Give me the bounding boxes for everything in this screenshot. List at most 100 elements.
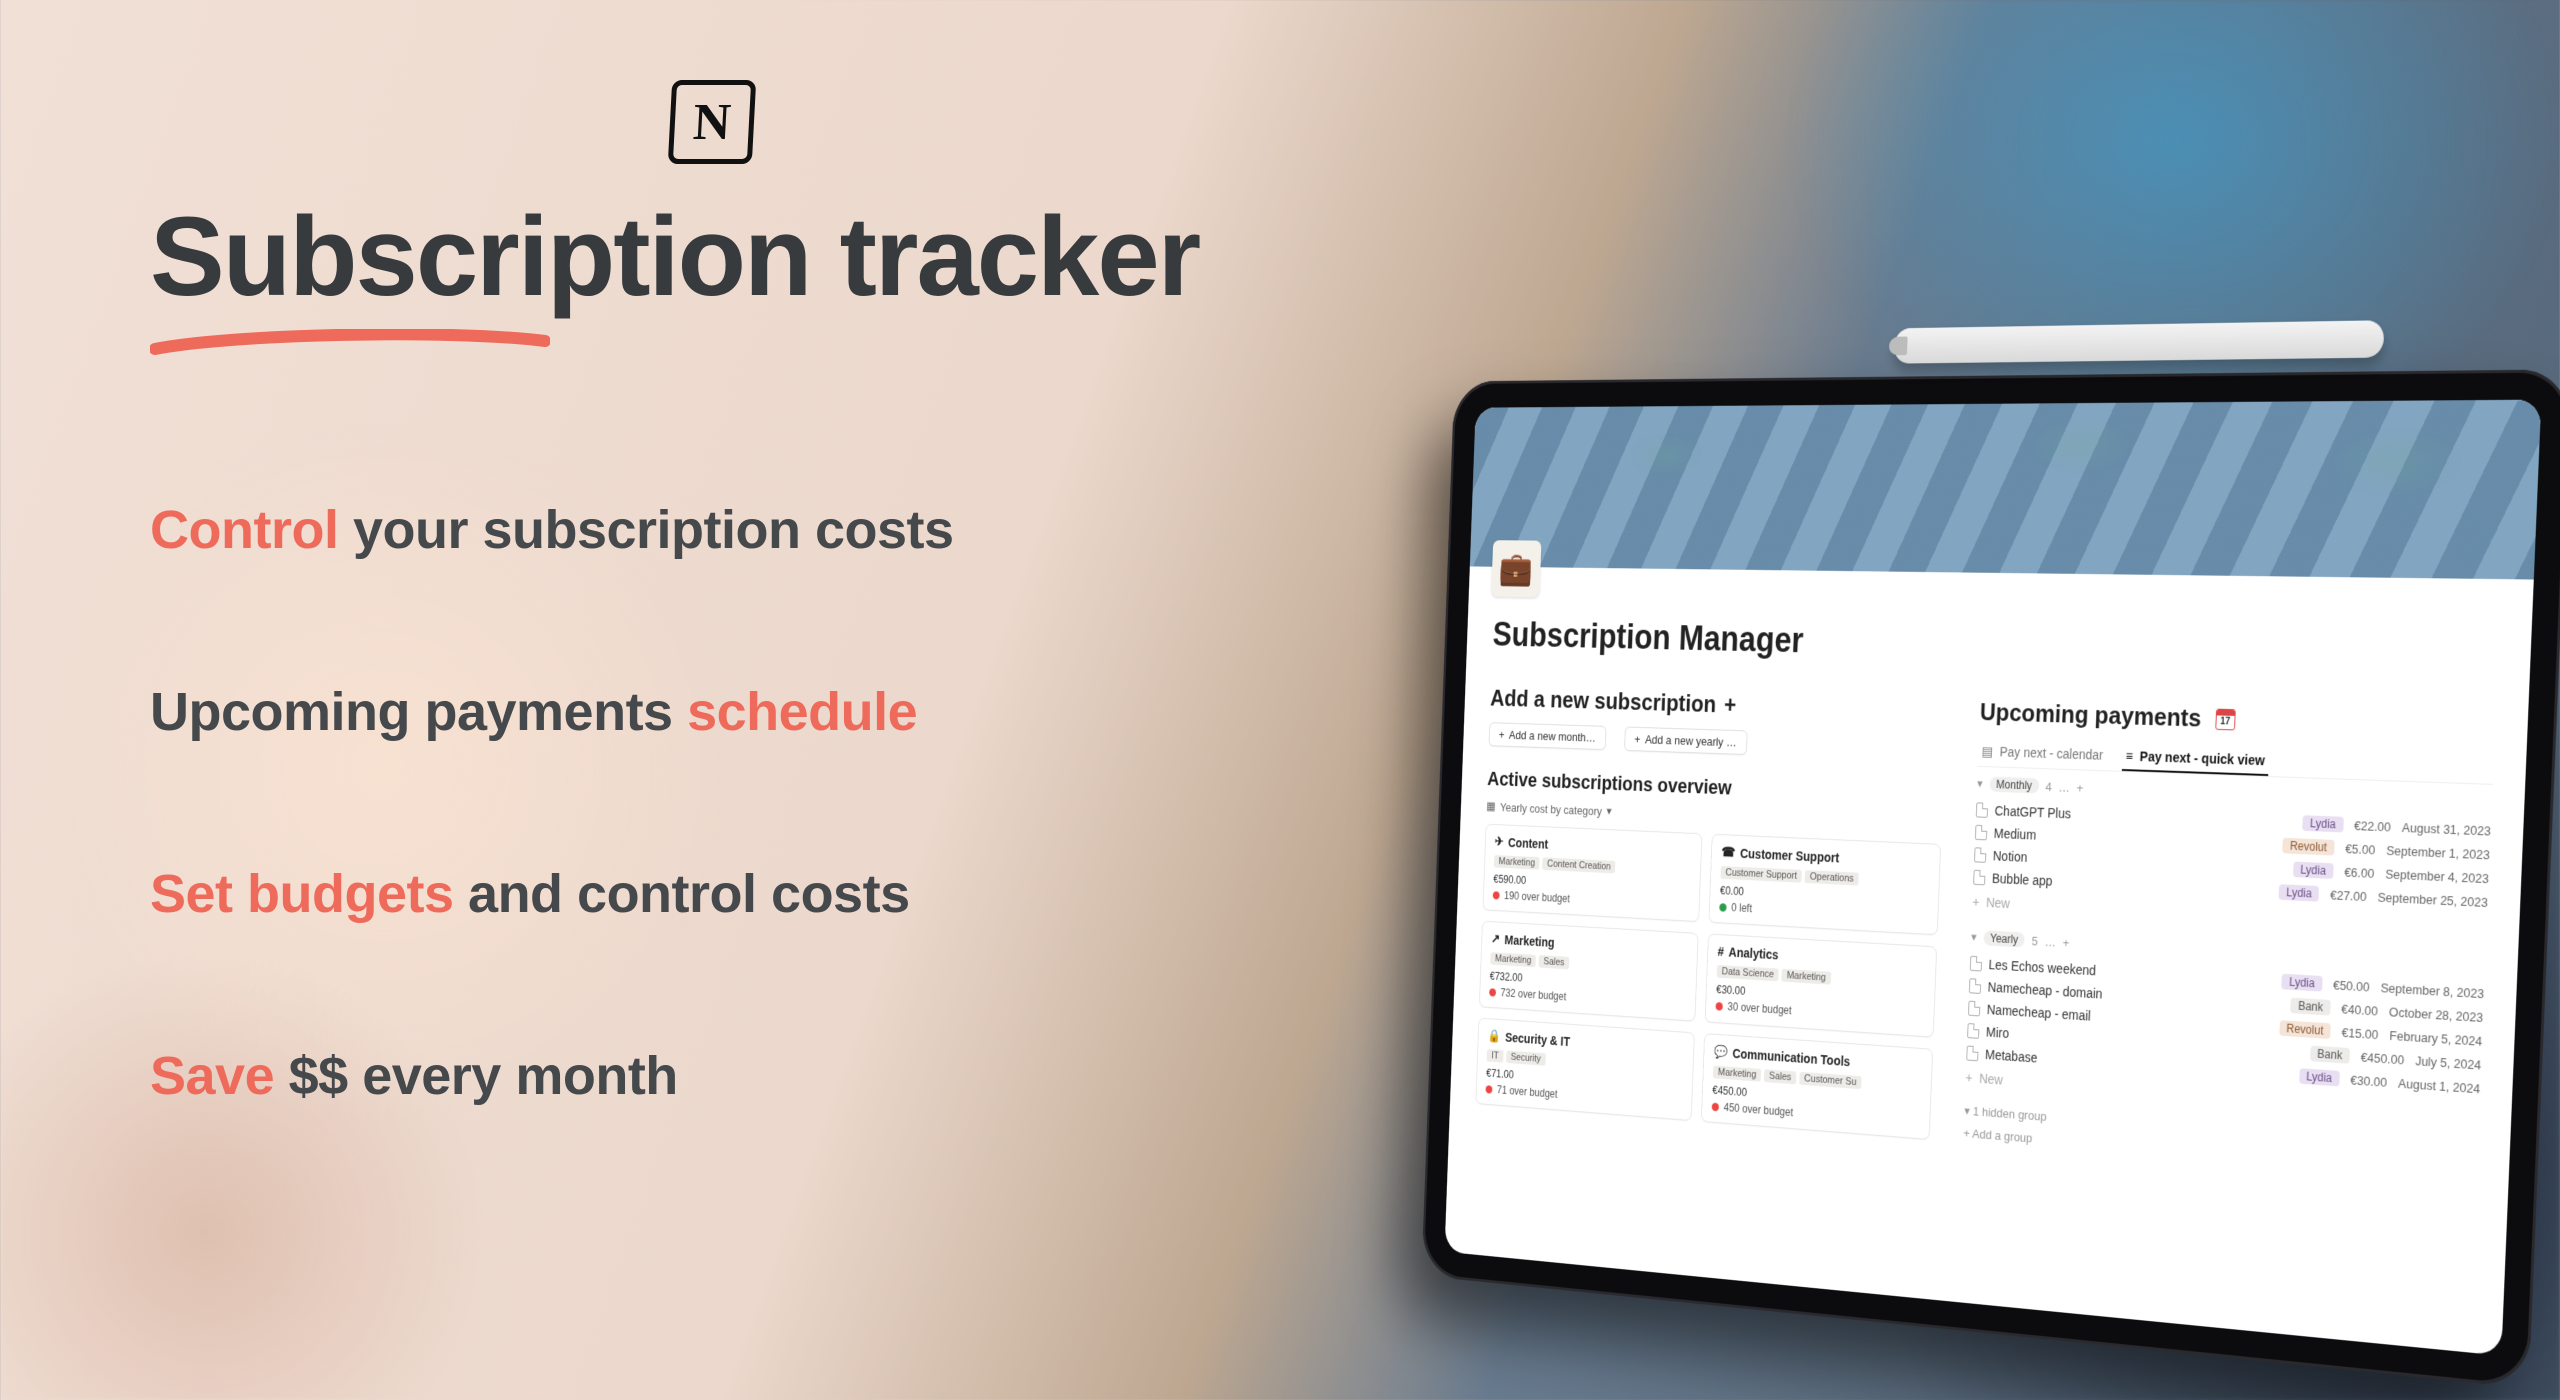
- card-title: Analytics: [1728, 945, 1778, 962]
- status-dot-icon: [1489, 988, 1496, 996]
- payment-name: Miro: [1986, 1024, 2010, 1041]
- add-yearly-button[interactable]: + Add a new yearly …: [1624, 727, 1747, 755]
- bullet-3-hl: Set budgets: [150, 864, 454, 924]
- payment-date: September 25, 2023: [2377, 889, 2488, 909]
- payment-name: Namecheap - email: [1987, 1002, 2091, 1024]
- status-dot-icon: [1712, 1102, 1719, 1111]
- chevron-down-icon: ▾: [1977, 776, 1983, 791]
- add-yearly-label: Add a new yearly …: [1645, 733, 1737, 750]
- payment-name: Namecheap - domain: [1987, 979, 2102, 1001]
- add-monthly-button[interactable]: + Add a new month…: [1489, 722, 1607, 750]
- new-row-label: New: [1986, 895, 2010, 911]
- card-tag: Sales: [1764, 1069, 1796, 1084]
- group-chip-monthly: Monthly: [1989, 777, 2039, 794]
- group-count-monthly: 4: [2045, 779, 2052, 793]
- category-card[interactable]: 🔒Security & ITITSecurity€71.0071 over bu…: [1475, 1018, 1694, 1121]
- page-emoji-icon[interactable]: 💼: [1491, 540, 1541, 597]
- headline-underline: [150, 329, 550, 359]
- tab-quick-view[interactable]: ≡ Pay next - quick view: [2122, 742, 2269, 776]
- card-title: Security & IT: [1505, 1030, 1570, 1049]
- payment-price: €27.00: [2330, 887, 2367, 903]
- more-icon[interactable]: …: [2058, 780, 2070, 795]
- card-budget: 0 left: [1731, 901, 1752, 915]
- card-tag: Customer Support: [1720, 866, 1802, 883]
- bullet-3: Set budgets and control costs: [150, 863, 1230, 925]
- payment-date: September 4, 2023: [2385, 866, 2489, 886]
- plus-icon[interactable]: +: [2076, 780, 2083, 794]
- payment-date: August 31, 2023: [2402, 820, 2491, 838]
- add-subscription-heading: Add a new subscription +: [1490, 684, 1947, 725]
- category-card[interactable]: ✈ContentMarketingContent Creation€590.00…: [1483, 824, 1703, 922]
- card-budget: 30 over budget: [1727, 1000, 1792, 1017]
- payment-source-chip: Revolut: [2282, 838, 2334, 856]
- tab-calendar[interactable]: ▤ Pay next - calendar: [1978, 738, 2107, 771]
- page-title[interactable]: Subscription Manager: [1492, 616, 2499, 677]
- page-icon: [1967, 1023, 1979, 1039]
- headline: Subscription tracker: [150, 192, 1230, 321]
- card-icon: #: [1717, 944, 1724, 959]
- payment-name: Les Echos weekend: [1988, 957, 2096, 978]
- payment-source-chip: Lydia: [2299, 1068, 2340, 1086]
- bullet-1-hl: Control: [150, 500, 338, 560]
- plus-icon[interactable]: +: [1724, 691, 1737, 720]
- payment-source-chip: Revolut: [2279, 1020, 2331, 1039]
- payment-source-chip: Bank: [2291, 998, 2331, 1016]
- payment-source-chip: Bank: [2310, 1045, 2350, 1063]
- category-card[interactable]: #AnalyticsData ScienceMarketing€30.0030 …: [1705, 933, 1937, 1037]
- card-title: Communication Tools: [1732, 1046, 1850, 1069]
- page-icon: [1966, 1046, 1978, 1062]
- card-title: Marketing: [1504, 932, 1555, 949]
- card-tag: Marketing: [1782, 969, 1831, 985]
- tab-quick-label: Pay next - quick view: [2138, 743, 2268, 774]
- card-tag: IT: [1487, 1049, 1504, 1063]
- payment-date: July 5, 2024: [2415, 1053, 2481, 1072]
- bullet-1: Control your subscription costs: [150, 499, 1230, 561]
- card-tag: Operations: [1805, 870, 1859, 886]
- bullet-1-post: your subscription costs: [338, 500, 953, 560]
- payment-name: Metabase: [1985, 1047, 2038, 1066]
- add-monthly-label: Add a new month…: [1509, 728, 1596, 744]
- card-icon: 💬: [1714, 1044, 1728, 1060]
- notion-logo-icon: N: [668, 80, 756, 164]
- payment-date: September 8, 2023: [2380, 980, 2484, 1001]
- new-row-label: New: [1979, 1071, 2003, 1088]
- more-icon[interactable]: …: [2044, 934, 2056, 949]
- page-cover[interactable]: [1470, 400, 2542, 580]
- status-dot-icon: [1715, 1002, 1722, 1011]
- chevron-down-icon: ▾: [1971, 930, 1977, 945]
- payment-price: €15.00: [2341, 1025, 2378, 1042]
- page-icon: [1973, 870, 1985, 886]
- tab-calendar-label: Pay next - calendar: [1997, 738, 2105, 768]
- bullet-2: Upcoming payments schedule: [150, 681, 1230, 743]
- add-group-label: Add a group: [1972, 1126, 2033, 1145]
- plus-icon: +: [1634, 732, 1640, 746]
- bullet-3-post: and control costs: [454, 864, 910, 924]
- payment-source-chip: Lydia: [2279, 884, 2320, 901]
- card-tag: Marketing: [1713, 1066, 1761, 1082]
- gallery-view-icon: ▦: [1486, 799, 1496, 814]
- category-card[interactable]: 💬Communication ToolsMarketingSalesCustom…: [1701, 1033, 1933, 1140]
- page-icon: [1975, 825, 1987, 840]
- card-title: Customer Support: [1740, 846, 1840, 865]
- payment-source-chip: Lydia: [2293, 862, 2334, 879]
- tablet-mockup: 💼 Subscription Manager Add a new subscri…: [1421, 369, 2560, 1388]
- card-tag: Marketing: [1490, 952, 1536, 967]
- payment-date: August 1, 2024: [2398, 1075, 2481, 1095]
- bullet-4-hl: Save: [150, 1046, 274, 1106]
- category-card[interactable]: ↗MarketingMarketingSales€732.00732 over …: [1479, 921, 1699, 1022]
- payment-price: €5.00: [2345, 841, 2376, 857]
- card-budget: 732 over budget: [1500, 986, 1566, 1003]
- category-card[interactable]: ☎Customer SupportCustomer SupportOperati…: [1709, 834, 1942, 935]
- bullet-2-pre: Upcoming payments: [150, 682, 687, 742]
- payment-price: €40.00: [2341, 1001, 2378, 1018]
- payment-name: Medium: [1994, 826, 2037, 843]
- upcoming-tabs: ▤ Pay next - calendar ≡ Pay next - quick…: [1978, 738, 2494, 785]
- payment-source-chip: Lydia: [2302, 815, 2343, 832]
- page-icon: [1970, 956, 1982, 972]
- payment-price: €6.00: [2344, 864, 2375, 880]
- page-icon: [1974, 847, 1986, 863]
- payment-date: October 28, 2023: [2389, 1004, 2484, 1025]
- calendar-small-icon: ▤: [1980, 738, 1999, 765]
- plus-icon[interactable]: +: [2062, 935, 2069, 950]
- card-tag: Security: [1506, 1050, 1546, 1065]
